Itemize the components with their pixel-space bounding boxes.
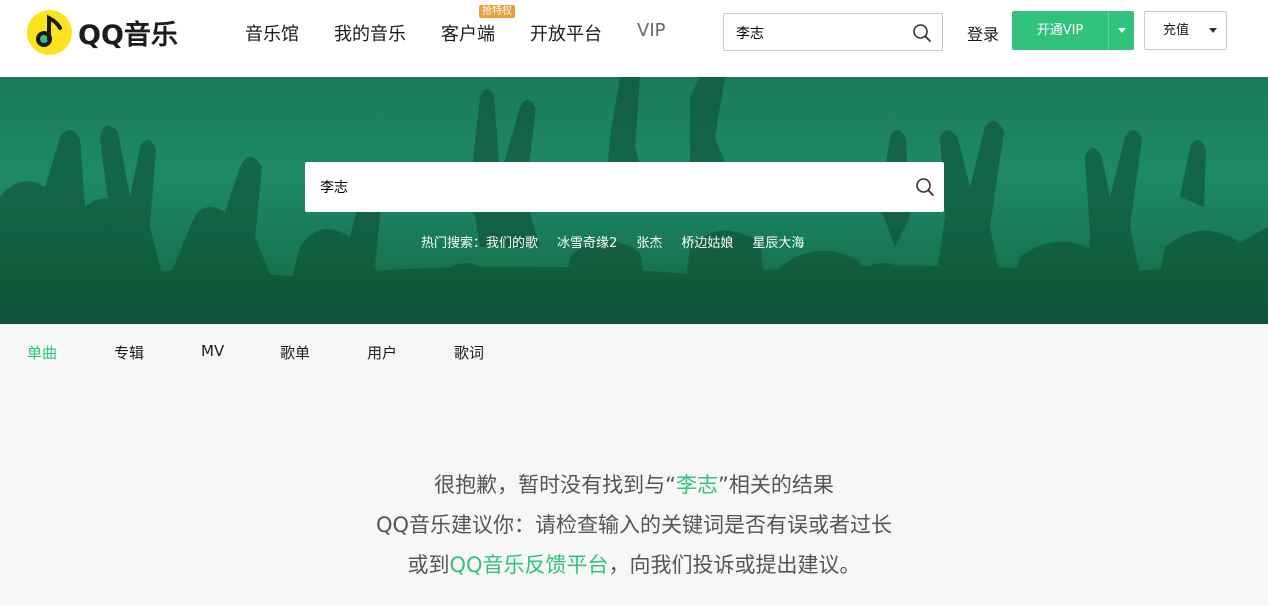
no-results-line-1: 很抱歉，暂时没有找到与“李志”相关的结果 [0,465,1268,505]
nav-vip[interactable]: VIP [637,20,665,41]
result-type-tabs: 单曲 专辑 MV 歌单 用户 歌词 [0,324,1268,380]
dropdown-caret-icon [1209,28,1217,33]
dropdown-caret-icon[interactable] [1108,11,1134,50]
main-search-box [305,162,944,212]
quote-mark: ” [718,473,729,497]
main-search-input[interactable] [320,176,880,198]
feedback-line: 或到QQ音乐反馈平台，向我们投诉或提出建议。 [0,545,1268,585]
recharge-label: 充值 [1162,23,1189,38]
tab-playlists[interactable]: 歌单 [280,342,310,363]
search-banner: 热门搜索： 我们的歌 冰雪奇缘2 张杰 桥边姑娘 星辰大海 [0,77,1268,324]
nav-client[interactable]: 客户端 [441,20,495,46]
hot-search-item[interactable]: 桥边姑娘 [681,232,733,252]
no-results-text: 很抱歉，暂时没有找到与 [434,473,666,497]
logo-text: QQ音乐 [78,19,178,51]
hot-search-item[interactable]: 冰雪奇缘2 [557,232,617,252]
nav-my-music[interactable]: 我的音乐 [334,20,406,46]
no-results-message: 很抱歉，暂时没有找到与“李志”相关的结果 QQ音乐建议你：请检查输入的关键词是否… [0,465,1268,585]
feedback-text: 或到 [407,553,450,577]
tab-albums[interactable]: 专辑 [114,342,144,363]
search-keyword: 李志 [676,473,718,497]
top-header: QQ音乐 音乐馆 我的音乐 客户端 开放平台 VIP 抢特权 登录 开通VIP … [0,0,1268,77]
feedback-text: ，向我们投诉或提出建议。 [608,553,861,577]
quote-mark: “ [665,473,676,497]
feedback-platform-link[interactable]: QQ音乐反馈平台 [449,553,608,577]
top-search-box [723,13,943,51]
no-results-text: 相关的结果 [728,473,834,497]
open-vip-button[interactable]: 开通VIP [1012,11,1134,50]
hot-search-label: 热门搜索： [421,236,487,251]
tab-songs[interactable]: 单曲 [27,342,57,363]
promo-badge: 抢特权 [479,5,515,18]
tab-lyrics[interactable]: 歌词 [454,342,484,363]
hot-searches: 热门搜索： 我们的歌 冰雪奇缘2 张杰 桥边姑娘 星辰大海 [421,232,823,252]
qq-music-logo-icon [27,9,72,55]
search-icon[interactable] [915,177,935,197]
recharge-button[interactable]: 充值 [1144,11,1227,50]
open-vip-label: 开通VIP [1036,23,1084,38]
tab-users[interactable]: 用户 [367,342,397,363]
hot-search-item[interactable]: 星辰大海 [752,232,804,252]
search-icon[interactable] [912,23,932,43]
top-search-input[interactable] [736,23,906,43]
hot-search-item[interactable]: 张杰 [636,232,662,252]
nav-open-platform[interactable]: 开放平台 [530,20,602,46]
tab-mv[interactable]: MV [201,342,224,360]
suggestion-line: QQ音乐建议你：请检查输入的关键词是否有误或者过长 [375,513,893,537]
qq-music-logo[interactable]: QQ音乐 [27,9,197,55]
nav-music-hall[interactable]: 音乐馆 [245,20,299,46]
hot-search-item[interactable]: 我们的歌 [486,232,538,252]
login-link[interactable]: 登录 [967,21,999,45]
